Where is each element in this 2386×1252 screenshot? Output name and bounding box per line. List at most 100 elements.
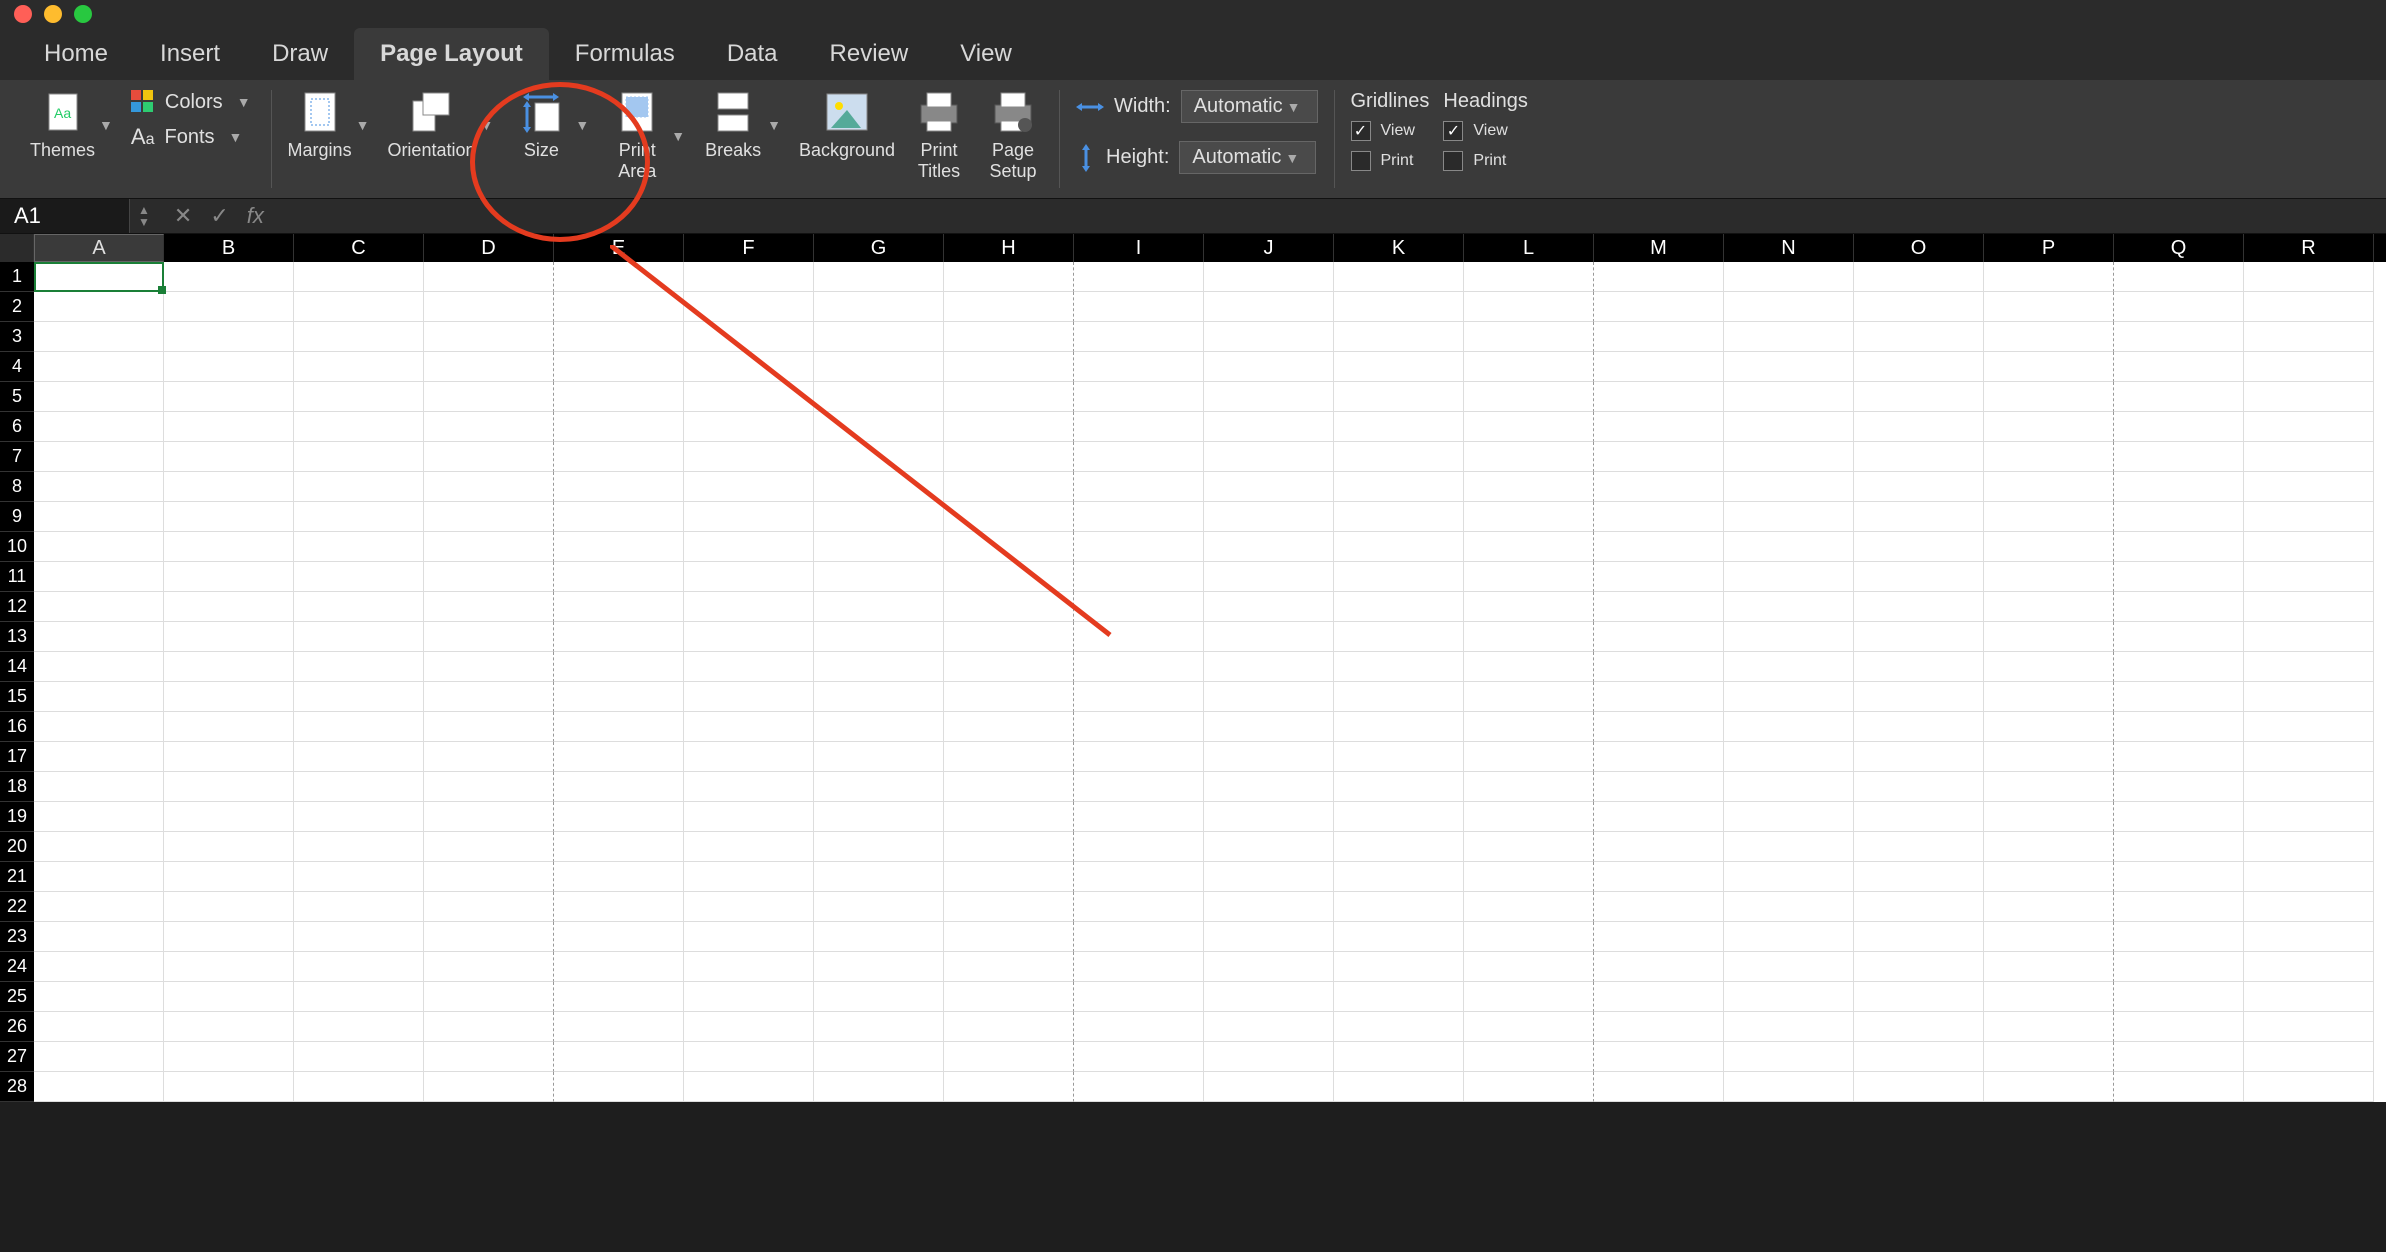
cell-F18[interactable]	[684, 772, 814, 802]
cell-E8[interactable]	[554, 472, 684, 502]
cell-R19[interactable]	[2244, 802, 2374, 832]
column-header-O[interactable]: O	[1854, 234, 1984, 262]
cell-O10[interactable]	[1854, 532, 1984, 562]
cell-A13[interactable]	[34, 622, 164, 652]
cell-P14[interactable]	[1984, 652, 2114, 682]
cell-E5[interactable]	[554, 382, 684, 412]
cell-P6[interactable]	[1984, 412, 2114, 442]
cell-O27[interactable]	[1854, 1042, 1984, 1072]
cell-R7[interactable]	[2244, 442, 2374, 472]
cell-D19[interactable]	[424, 802, 554, 832]
cell-J24[interactable]	[1204, 952, 1334, 982]
cell-Q15[interactable]	[2114, 682, 2244, 712]
cell-F9[interactable]	[684, 502, 814, 532]
cell-K20[interactable]	[1334, 832, 1464, 862]
cell-M26[interactable]	[1594, 1012, 1724, 1042]
cell-F5[interactable]	[684, 382, 814, 412]
cell-I26[interactable]	[1074, 1012, 1204, 1042]
cell-N28[interactable]	[1724, 1072, 1854, 1102]
cell-P27[interactable]	[1984, 1042, 2114, 1072]
chevron-down-icon[interactable]: ▼	[763, 117, 785, 133]
cell-F15[interactable]	[684, 682, 814, 712]
cell-A18[interactable]	[34, 772, 164, 802]
cell-L26[interactable]	[1464, 1012, 1594, 1042]
colors-button[interactable]: Colors▼	[131, 90, 255, 114]
cell-G23[interactable]	[814, 922, 944, 952]
cell-C7[interactable]	[294, 442, 424, 472]
cell-P16[interactable]	[1984, 712, 2114, 742]
cell-B8[interactable]	[164, 472, 294, 502]
cell-I2[interactable]	[1074, 292, 1204, 322]
cell-E19[interactable]	[554, 802, 684, 832]
cell-K28[interactable]	[1334, 1072, 1464, 1102]
row-header-24[interactable]: 24	[0, 952, 34, 982]
row-header-2[interactable]: 2	[0, 292, 34, 322]
cell-F27[interactable]	[684, 1042, 814, 1072]
cell-E15[interactable]	[554, 682, 684, 712]
tab-insert[interactable]: Insert	[134, 28, 246, 80]
cell-E28[interactable]	[554, 1072, 684, 1102]
cell-K24[interactable]	[1334, 952, 1464, 982]
row-header-6[interactable]: 6	[0, 412, 34, 442]
cell-H15[interactable]	[944, 682, 1074, 712]
cell-R27[interactable]	[2244, 1042, 2374, 1072]
cell-A17[interactable]	[34, 742, 164, 772]
cell-M22[interactable]	[1594, 892, 1724, 922]
cell-B18[interactable]	[164, 772, 294, 802]
cell-G14[interactable]	[814, 652, 944, 682]
cell-Q7[interactable]	[2114, 442, 2244, 472]
cell-E13[interactable]	[554, 622, 684, 652]
row-header-1[interactable]: 1	[0, 262, 34, 292]
chevron-down-icon[interactable]: ▼	[476, 117, 498, 133]
cell-M5[interactable]	[1594, 382, 1724, 412]
cell-R5[interactable]	[2244, 382, 2374, 412]
cell-K13[interactable]	[1334, 622, 1464, 652]
column-header-H[interactable]: H	[944, 234, 1074, 262]
cell-J27[interactable]	[1204, 1042, 1334, 1072]
cell-Q24[interactable]	[2114, 952, 2244, 982]
cell-I7[interactable]	[1074, 442, 1204, 472]
cell-Q10[interactable]	[2114, 532, 2244, 562]
cell-I13[interactable]	[1074, 622, 1204, 652]
cell-P12[interactable]	[1984, 592, 2114, 622]
cell-I5[interactable]	[1074, 382, 1204, 412]
cell-D5[interactable]	[424, 382, 554, 412]
cell-N8[interactable]	[1724, 472, 1854, 502]
cell-E17[interactable]	[554, 742, 684, 772]
cell-J9[interactable]	[1204, 502, 1334, 532]
cell-R25[interactable]	[2244, 982, 2374, 1012]
row-header-26[interactable]: 26	[0, 1012, 34, 1042]
cell-G6[interactable]	[814, 412, 944, 442]
cell-L1[interactable]	[1464, 262, 1594, 292]
cell-B20[interactable]	[164, 832, 294, 862]
cell-C5[interactable]	[294, 382, 424, 412]
column-header-E[interactable]: E	[554, 234, 684, 262]
cell-J16[interactable]	[1204, 712, 1334, 742]
cell-M21[interactable]	[1594, 862, 1724, 892]
cell-E21[interactable]	[554, 862, 684, 892]
cell-F21[interactable]	[684, 862, 814, 892]
column-header-M[interactable]: M	[1594, 234, 1724, 262]
row-header-22[interactable]: 22	[0, 892, 34, 922]
cell-C25[interactable]	[294, 982, 424, 1012]
cell-B28[interactable]	[164, 1072, 294, 1102]
cell-K26[interactable]	[1334, 1012, 1464, 1042]
cell-Q4[interactable]	[2114, 352, 2244, 382]
tab-data[interactable]: Data	[701, 28, 804, 80]
cell-C8[interactable]	[294, 472, 424, 502]
cell-Q20[interactable]	[2114, 832, 2244, 862]
cell-L8[interactable]	[1464, 472, 1594, 502]
cell-R11[interactable]	[2244, 562, 2374, 592]
cell-D24[interactable]	[424, 952, 554, 982]
cell-F19[interactable]	[684, 802, 814, 832]
cell-N25[interactable]	[1724, 982, 1854, 1012]
cell-P15[interactable]	[1984, 682, 2114, 712]
cell-R9[interactable]	[2244, 502, 2374, 532]
cell-O4[interactable]	[1854, 352, 1984, 382]
cell-B11[interactable]	[164, 562, 294, 592]
cell-K21[interactable]	[1334, 862, 1464, 892]
cell-I20[interactable]	[1074, 832, 1204, 862]
cell-R17[interactable]	[2244, 742, 2374, 772]
cell-B10[interactable]	[164, 532, 294, 562]
cell-A9[interactable]	[34, 502, 164, 532]
